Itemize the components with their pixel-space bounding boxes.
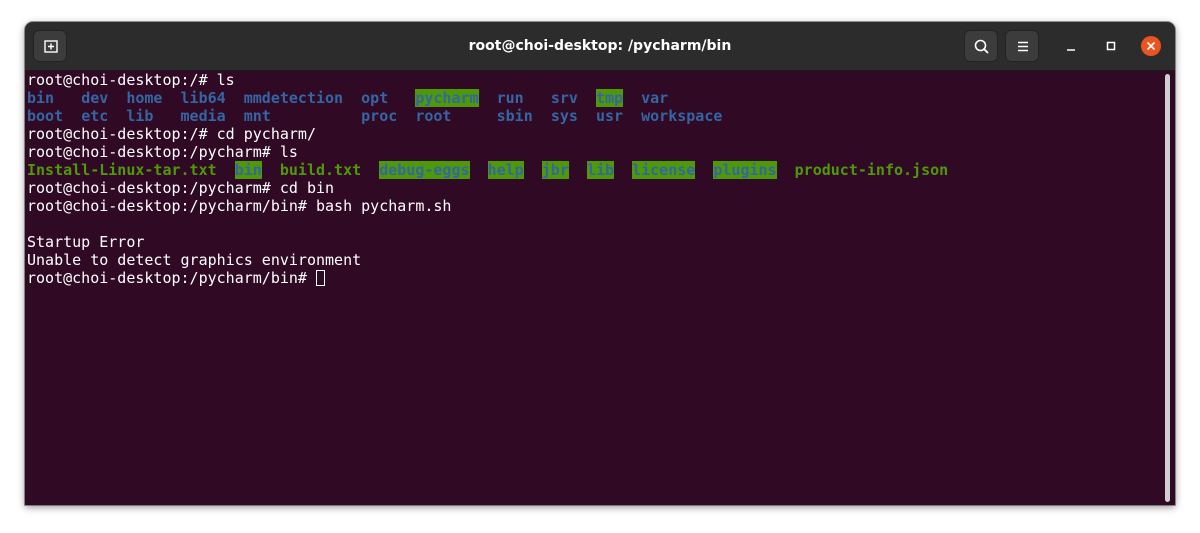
close-icon [1146,41,1156,51]
directory-entry: pycharm [415,89,479,107]
vertical-scrollbar[interactable] [1165,74,1170,502]
directory-entry: opt [361,89,389,107]
title-bar[interactable]: root@choi-desktop: /pycharm/bin [25,22,1175,71]
directory-entry: sbin [496,107,533,125]
directory-entry: license [632,161,696,179]
directory-entry: lib [126,107,154,125]
maximize-icon [1106,41,1116,51]
directory-entry: mmdetection [243,89,344,107]
directory-entry: debug-eggs [379,161,470,179]
terminal-line: bin dev home lib64 mmdetection opt pycha… [27,89,1161,107]
minimize-icon [1067,49,1075,51]
close-button[interactable] [1141,36,1161,56]
terminal-line: root@choi-desktop:/# cd pycharm/ [27,125,1161,143]
minimize-button[interactable] [1061,36,1081,56]
search-icon [974,39,989,54]
directory-entry: bin [234,161,262,179]
terminal-text: root@choi-desktop:/pycharm/bin# [27,269,316,287]
text-cursor [315,270,325,286]
terminal-text: Startup Error [27,233,145,251]
terminal-line: root@choi-desktop:/pycharm/bin# bash pyc… [27,197,1161,215]
directory-entry: mnt [243,107,271,125]
directory-entry: home [126,89,163,107]
terminal-line: root@choi-desktop:/# ls [27,71,1161,89]
directory-entry: workspace [641,107,723,125]
file-entry: Install-Linux-tar.txt [27,161,217,179]
directory-entry: run [496,89,524,107]
terminal-line: Startup Error [27,233,1161,251]
directory-entry: bin [27,89,55,107]
file-entry: product-info.json [794,161,949,179]
directory-entry: srv [550,89,578,107]
terminal-line: Unable to detect graphics environment [27,251,1161,269]
directory-entry: dev [81,89,109,107]
terminal-text: root@choi-desktop:/# ls [27,71,235,89]
file-entry: build.txt [279,161,362,179]
directory-entry: help [487,161,524,179]
terminal-text: Unable to detect graphics environment [27,251,362,269]
directory-entry: lib [586,161,615,179]
directory-entry: tmp [595,89,624,107]
directory-entry: sys [550,107,578,125]
directory-entry: usr [595,107,624,125]
terminal-line: Install-Linux-tar.txt bin build.txt debu… [27,161,1161,179]
terminal-text: root@choi-desktop:/pycharm# cd bin [27,179,335,197]
terminal-text: root@choi-desktop:/# cd pycharm/ [27,125,316,143]
directory-entry: plugins [713,161,777,179]
terminal-line: root@choi-desktop:/pycharm# ls [27,143,1161,161]
directory-entry: root [415,107,452,125]
maximize-button[interactable] [1101,36,1121,56]
directory-entry: etc [81,107,109,125]
terminal-line: root@choi-desktop:/pycharm/bin# [27,269,1161,287]
terminal-text: root@choi-desktop:/pycharm# ls [27,143,298,161]
directory-entry: boot [27,107,64,125]
search-button[interactable] [964,30,998,62]
hamburger-menu-icon [1018,41,1028,52]
terminal-output[interactable]: root@choi-desktop:/# ls bin dev home lib6… [27,71,1161,505]
terminal-window: root@choi-desktop: /pycharm/bin root@cho… [25,22,1175,505]
directory-entry: var [641,89,669,107]
terminal-line: root@choi-desktop:/pycharm# cd bin [27,179,1161,197]
directory-entry: media [180,107,226,125]
directory-entry: jbr [541,161,569,179]
directory-entry: proc [361,107,398,125]
directory-entry: lib64 [180,89,226,107]
terminal-text: root@choi-desktop:/pycharm/bin# bash pyc… [27,197,452,215]
terminal-line: boot etc lib media mnt proc root sbin sy… [27,107,1161,125]
menu-button[interactable] [1005,30,1039,62]
window-title: root@choi-desktop: /pycharm/bin [468,38,732,54]
